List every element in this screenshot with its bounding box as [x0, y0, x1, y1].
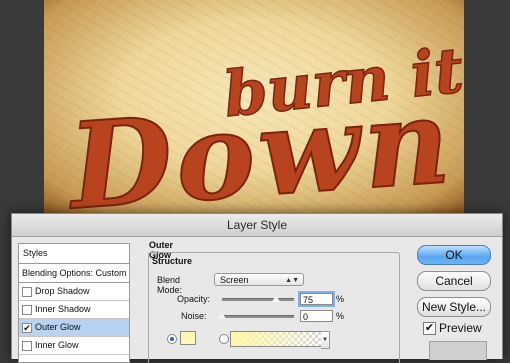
noise-input[interactable]: 0 [300, 310, 333, 322]
outer-glow-checkbox[interactable]: ✔ [22, 322, 32, 333]
chevron-updown-icon: ▲▼ [285, 277, 299, 284]
layer-style-dialog: Layer Style Styles Blending Options: Cus… [11, 213, 503, 363]
style-item-label: Inner Shadow [35, 304, 91, 314]
inner-shadow-checkbox[interactable] [22, 304, 32, 315]
cancel-button[interactable]: Cancel [417, 271, 491, 291]
noise-slider-thumb[interactable] [217, 311, 227, 320]
style-item-inner-shadow[interactable]: Inner Shadow [19, 301, 129, 319]
styles-list: Styles Blending Options: Custom Drop Sha… [18, 243, 130, 363]
blending-options-label: Blending Options: Custom [22, 267, 127, 278]
document-canvas: burn it Down [44, 0, 464, 213]
dialog-title[interactable]: Layer Style [12, 214, 502, 237]
opacity-slider-thumb[interactable] [271, 294, 281, 303]
solid-color-radio[interactable] [167, 334, 177, 344]
noise-label: Noise: [181, 311, 207, 321]
drop-shadow-checkbox[interactable] [22, 286, 32, 297]
noise-slider-track[interactable] [222, 315, 294, 318]
artwork-line-2: Down [62, 71, 454, 213]
noise-percent: % [336, 311, 345, 321]
style-item-label: Drop Shadow [35, 286, 90, 296]
opacity-input[interactable]: 75 [300, 293, 333, 305]
style-item-drop-shadow[interactable]: Drop Shadow [19, 283, 129, 301]
glow-gradient-picker[interactable] [230, 331, 322, 347]
style-item-label: Inner Glow [35, 340, 79, 350]
style-preview-thumbnail [429, 341, 487, 360]
opacity-label: Opacity: [177, 294, 211, 304]
style-item-outer-glow[interactable]: ✔ Outer Glow [19, 319, 129, 337]
blend-mode-value: Screen [220, 275, 249, 285]
inner-glow-checkbox[interactable] [22, 340, 32, 351]
style-item-inner-glow[interactable]: Inner Glow [19, 337, 129, 355]
opacity-percent: % [336, 294, 345, 304]
blend-mode-select[interactable]: Screen ▲▼ [214, 273, 304, 286]
new-style-button[interactable]: New Style... [417, 297, 491, 317]
preview-checkbox[interactable]: ✔ [423, 322, 436, 335]
opacity-slider-track[interactable] [222, 298, 294, 301]
ok-button[interactable]: OK [417, 245, 491, 265]
blend-mode-label: Blend Mode: [157, 275, 183, 295]
artwork-text: burn it Down [61, 33, 464, 213]
gradient-radio[interactable] [219, 334, 229, 344]
gradient-dropdown-chevron-icon[interactable]: ▼ [321, 331, 330, 349]
structure-group-label: Structure [152, 256, 193, 266]
style-item-label: Outer Glow [35, 322, 81, 332]
styles-list-header[interactable]: Styles [19, 244, 129, 264]
preview-label: Preview [439, 321, 482, 335]
blending-options-item[interactable]: Blending Options: Custom [19, 264, 129, 283]
glow-color-swatch[interactable] [180, 331, 196, 345]
